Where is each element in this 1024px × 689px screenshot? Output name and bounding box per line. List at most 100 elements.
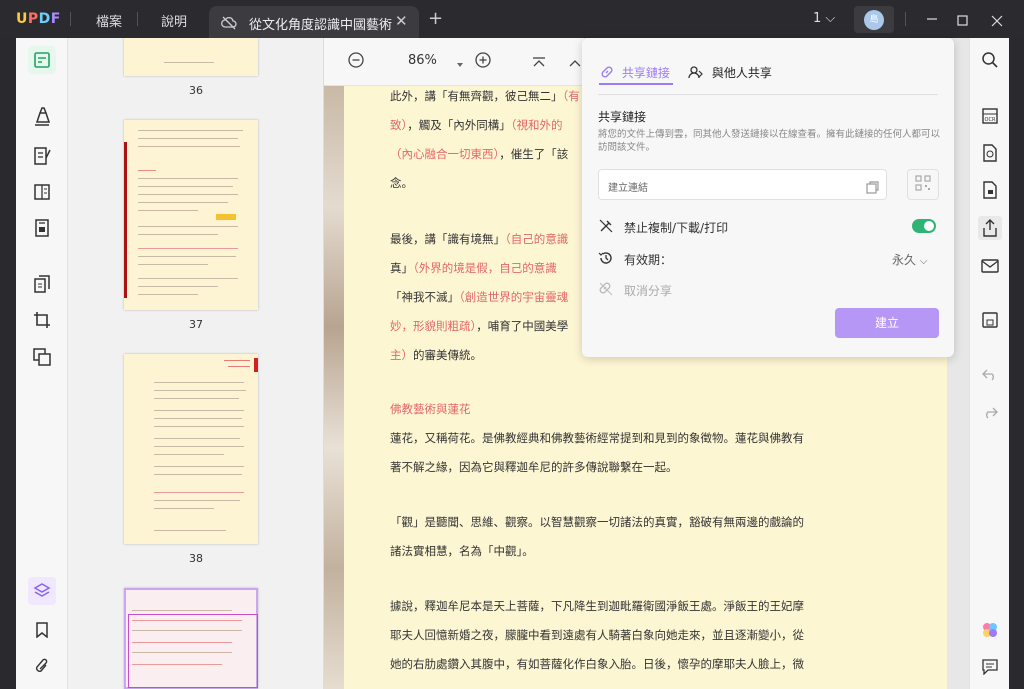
layers-icon[interactable]: [28, 577, 56, 605]
zoom-dropdown-icon[interactable]: [456, 54, 464, 73]
convert-file-icon[interactable]: [978, 141, 1002, 165]
page-thumbnail[interactable]: [124, 120, 258, 310]
avatar: 島: [864, 10, 884, 30]
attachment-icon[interactable]: [28, 652, 56, 680]
search-icon[interactable]: [978, 48, 1002, 72]
expiry-dropdown[interactable]: 永久 ⌵: [892, 251, 927, 268]
previous-page-icon[interactable]: [568, 54, 582, 73]
convert-icon[interactable]: [28, 343, 56, 371]
close-tab-icon[interactable]: ✕: [395, 12, 408, 30]
page-thumbnail[interactable]: [124, 354, 258, 544]
svg-text:OCR: OCR: [985, 117, 996, 123]
reader-mode-icon[interactable]: [28, 46, 56, 74]
zoom-out-icon[interactable]: [348, 52, 364, 72]
thumbnail-panel: 36 37 38: [68, 38, 324, 689]
zoom-level[interactable]: 86%: [408, 53, 437, 68]
maximize-icon[interactable]: [957, 12, 969, 31]
unlink-icon: [598, 281, 614, 300]
text-run: （內心融合一切東西）: [390, 147, 500, 161]
document-text-line: 佛教藝術與蓮花: [390, 401, 471, 417]
page-layout-icon[interactable]: [28, 178, 56, 206]
document-tab[interactable]: 從文化角度認識中國藝術 ✕: [209, 6, 419, 38]
share-link-field[interactable]: 建立連結: [598, 169, 887, 200]
people-share-icon: [688, 66, 704, 80]
prevent-copy-label: 禁止複制/下載/打印: [624, 221, 729, 235]
account-button[interactable]: 島: [854, 6, 894, 33]
document-text-line: （內心融合一切東西），催生了「該: [390, 146, 568, 162]
text-run: 妙，形貌則粗疏）: [390, 319, 477, 333]
document-text-line: 耶夫人回憶新婚之夜，朦朧中看到遠處有人騎著白象向她走來，並且逐漸變小，從: [390, 627, 804, 643]
text-run: 念。: [390, 176, 413, 190]
text-run: 的審美傳統。: [413, 348, 482, 362]
share-icon[interactable]: [978, 216, 1002, 240]
menu-help[interactable]: 說明: [161, 11, 187, 30]
marble-border-image: [324, 86, 344, 689]
organize-pages-icon[interactable]: [28, 270, 56, 298]
text-run: 最後，講「識有境無」: [390, 232, 505, 246]
link-icon: [600, 66, 614, 80]
document-text-line: 據說，釋迦牟尼本是天上菩薩，下凡降生到迦毗羅衛國淨飯王處。淨飯王的王妃摩: [390, 598, 804, 614]
minimize-icon[interactable]: [926, 10, 938, 30]
text-run: 致）: [390, 118, 408, 132]
ai-assistant-icon[interactable]: [978, 618, 1002, 642]
document-text-line: 致），觸及「內外同構」（視和外的: [390, 117, 563, 133]
crop-icon[interactable]: [28, 306, 56, 334]
qr-code-icon: [915, 174, 931, 195]
tab-title: 從文化角度認識中國藝術: [249, 18, 393, 33]
document-text-line: 「觀」是聽聞、思維、觀察。以智慧觀察一切諸法的真實，豁破有無兩邊的戲論的: [390, 514, 804, 530]
ocr-icon[interactable]: OCR: [978, 104, 1002, 128]
bookmark-icon[interactable]: [28, 616, 56, 644]
tab-share-with-people[interactable]: 與他人共享: [688, 64, 772, 81]
cancel-share-label: 取消分享: [624, 284, 673, 298]
text-run: ，催生了「該: [499, 147, 569, 161]
document-text-line: 諸法實相慧，名為「中觀」。: [390, 543, 534, 559]
share-link-heading: 共享鏈接: [598, 110, 647, 124]
text-run: 耶夫人回憶新婚之夜，朦朧中看到遠處有人騎著白象向她走來，並且逐漸變小，從: [390, 628, 804, 642]
text-run: （有: [562, 89, 580, 103]
prevent-copy-toggle[interactable]: [912, 219, 936, 233]
text-run: 她的右肋處鑽入其腹中，有如菩薩化作白象入胎。日後，懷孕的摩耶夫人臉上，微: [390, 657, 804, 671]
highlighter-icon[interactable]: [28, 102, 56, 130]
title-bar: UPDF 檔案 說明 從文化角度認識中國藝術 ✕ + 1 ⌵ 島: [0, 0, 1024, 38]
page-count-dropdown[interactable]: 1 ⌵: [813, 11, 835, 26]
qr-code-button[interactable]: [907, 169, 939, 200]
text-run: 諸法實相慧，名為「中觀」。: [390, 544, 534, 558]
email-icon[interactable]: [978, 254, 1002, 278]
create-link-button[interactable]: 建立: [835, 308, 939, 338]
form-icon[interactable]: [28, 214, 56, 242]
text-run: 主）: [390, 348, 413, 362]
thumbnail-page-number: 38: [189, 552, 203, 565]
page-thumbnail-selected[interactable]: [124, 588, 258, 689]
redo-icon[interactable]: [978, 400, 1002, 424]
menu-file[interactable]: 檔案: [96, 11, 122, 30]
protect-icon[interactable]: [978, 178, 1002, 202]
tab-share-link[interactable]: 共享鏈接: [600, 64, 670, 81]
cloud-off-icon: [221, 15, 237, 34]
text-run: ，哺育了中國美學: [476, 319, 569, 333]
text-run: 此外，講「有無齊觀，彼己無二」: [390, 89, 563, 103]
edit-text-icon[interactable]: [28, 142, 56, 170]
document-text-line: 主）的審美傳統。: [390, 347, 482, 363]
document-text-line: 念。: [390, 175, 413, 191]
new-tab-icon[interactable]: +: [428, 8, 443, 29]
chevron-down-icon: ⌵: [825, 11, 836, 26]
text-run: 「神我不滅」: [390, 290, 459, 304]
undo-icon[interactable]: [978, 362, 1002, 386]
right-toolbar: OCR: [969, 38, 1009, 689]
share-link-placeholder: 建立連結: [608, 183, 648, 194]
zoom-toolbar: 86%: [324, 38, 584, 86]
document-text-line: 最後，講「識有境無」（自己的意識: [390, 231, 568, 247]
zoom-in-icon[interactable]: [475, 52, 491, 72]
page-thumbnail[interactable]: [124, 38, 258, 76]
copy-icon[interactable]: [866, 179, 879, 198]
save-icon[interactable]: [978, 308, 1002, 332]
document-text-line: 「神我不滅」（創造世界的宇宙靈魂: [390, 289, 568, 305]
first-page-icon[interactable]: [532, 54, 546, 73]
divider: [598, 94, 938, 95]
app-logo: UPDF: [16, 11, 61, 27]
close-window-icon[interactable]: [991, 12, 1003, 31]
text-run: 著不解之緣，因為它與釋迦牟尼的許多傳說聯繫在一起。: [390, 460, 678, 474]
tab-share-link-label: 共享鏈接: [621, 66, 670, 80]
comment-icon[interactable]: [978, 655, 1002, 679]
document-text-line: 妙，形貌則粗疏），哺育了中國美學: [390, 318, 568, 334]
